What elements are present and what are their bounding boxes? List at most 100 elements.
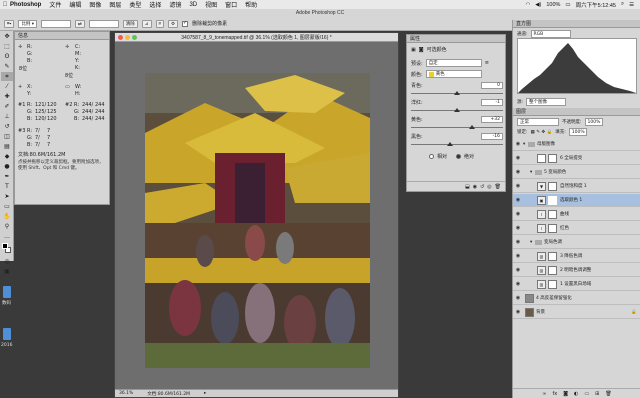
minimize-window-icon[interactable] bbox=[125, 35, 130, 40]
overlay-grid-icon[interactable]: # bbox=[155, 19, 165, 28]
apple-icon[interactable]:  bbox=[0, 2, 10, 8]
lock-icons[interactable]: ▦ ✎ ✥ 🔒 bbox=[531, 130, 553, 135]
black-thumb[interactable] bbox=[446, 142, 453, 146]
color-swatches[interactable] bbox=[0, 242, 13, 256]
yellow-thumb[interactable] bbox=[468, 125, 475, 129]
document-title-bar[interactable]: 3407587_8_9_tonemapped.tif @ 36.1% (选取颜色… bbox=[115, 33, 398, 42]
quick-select-tool-icon[interactable]: ✎ bbox=[1, 62, 13, 71]
histogram-tab[interactable]: 直方图 bbox=[513, 20, 640, 28]
settings-gear-icon[interactable]: ⚙ bbox=[168, 19, 179, 28]
black-value[interactable]: -16 bbox=[481, 133, 503, 140]
cyan-value[interactable]: 0 bbox=[481, 82, 503, 89]
close-window-icon[interactable] bbox=[118, 35, 123, 40]
layer-mask-thumbnail[interactable] bbox=[548, 265, 557, 275]
eyedropper-tool-icon[interactable]: ⁄ bbox=[1, 82, 13, 91]
layer-mask-thumbnail[interactable] bbox=[548, 279, 557, 289]
more-tools-icon[interactable]: … bbox=[1, 232, 13, 241]
layer-row[interactable]: ◉ ▼ 自然饱和度 1 bbox=[513, 180, 640, 193]
zoom-window-icon[interactable] bbox=[132, 35, 137, 40]
wifi-icon[interactable]: ◠ bbox=[525, 2, 530, 8]
delete-layer-icon[interactable]: 🗑 bbox=[605, 391, 611, 397]
battery-level[interactable]: 100% bbox=[546, 2, 560, 8]
volume-icon[interactable]: ◀) bbox=[535, 2, 541, 8]
layer-mask-thumbnail[interactable] bbox=[548, 195, 557, 205]
blend-mode-select[interactable]: 正常 bbox=[517, 118, 559, 126]
add-mask-icon[interactable]: ◙ bbox=[563, 391, 568, 397]
absolute-radio[interactable] bbox=[456, 154, 462, 159]
channel-select[interactable]: RGB bbox=[530, 30, 571, 38]
layer-row[interactable]: ◉ 6 全局提亮 bbox=[513, 152, 640, 165]
visibility-icon[interactable]: ◎ bbox=[487, 184, 491, 190]
lasso-tool-icon[interactable]: ʘ bbox=[1, 52, 13, 61]
eye-icon[interactable]: ◉ bbox=[513, 267, 523, 273]
ratio-select[interactable]: 比例 ▾ bbox=[18, 19, 37, 28]
properties-tab[interactable]: 属性 bbox=[407, 35, 505, 43]
crop-tool-icon[interactable]: ⌗ bbox=[1, 72, 13, 81]
height-input[interactable] bbox=[88, 19, 119, 28]
eye-icon[interactable]: ◉ bbox=[513, 295, 523, 301]
layer-row-selected[interactable]: ◉ ▣ 选取颜色 1 bbox=[513, 194, 640, 207]
type-tool-icon[interactable]: T bbox=[1, 182, 13, 191]
menu-view[interactable]: 视图 bbox=[205, 0, 217, 9]
menu-filter[interactable]: 滤镜 bbox=[169, 0, 181, 9]
opacity-input[interactable]: 100% bbox=[584, 118, 603, 126]
gradient-tool-icon[interactable]: ▤ bbox=[1, 142, 13, 151]
layer-row[interactable]: ◉ ▾ 5 变局颜色 bbox=[513, 166, 640, 179]
eye-icon[interactable]: ◉ bbox=[513, 169, 523, 175]
new-group-icon[interactable]: ▭ bbox=[584, 391, 589, 397]
new-adjustment-icon[interactable]: ◐ bbox=[574, 391, 578, 397]
foreground-color-swatch[interactable] bbox=[2, 243, 8, 249]
preset-select[interactable]: 自定 bbox=[425, 59, 482, 67]
desktop-folder-icon[interactable] bbox=[3, 328, 11, 340]
magenta-thumb[interactable] bbox=[453, 108, 460, 112]
eye-icon[interactable]: ◉ bbox=[513, 197, 523, 203]
zoom-tool-icon[interactable]: ⚲ bbox=[1, 222, 13, 231]
eye-icon[interactable]: ◉ bbox=[513, 155, 523, 161]
brush-tool-icon[interactable]: ✐ bbox=[1, 102, 13, 111]
clock[interactable]: 周六下午5:12:45 bbox=[576, 1, 616, 9]
layer-row[interactable]: ◉ ⌇ 红色 bbox=[513, 222, 640, 235]
colors-select[interactable]: 黄色 bbox=[425, 70, 482, 78]
layer-mask-thumbnail[interactable] bbox=[548, 251, 557, 261]
eye-icon[interactable]: ◉ bbox=[513, 281, 523, 287]
width-input[interactable] bbox=[40, 19, 71, 28]
trash-icon[interactable]: 🗑 bbox=[495, 184, 501, 190]
battery-icon[interactable]: ▭ bbox=[565, 2, 570, 8]
blur-tool-icon[interactable]: ◆ bbox=[1, 152, 13, 161]
layer-mask-thumbnail[interactable] bbox=[548, 181, 557, 191]
search-icon[interactable]: ⌕ bbox=[621, 1, 624, 8]
pen-tool-icon[interactable]: ✒ bbox=[1, 172, 13, 181]
layers-tab[interactable]: 图层 bbox=[513, 108, 640, 116]
source-select[interactable]: 整个图像 bbox=[526, 98, 567, 106]
info-panel-tab[interactable]: 信息 bbox=[15, 32, 109, 40]
eye-icon[interactable]: ◉ bbox=[513, 225, 523, 231]
swap-icon[interactable]: ⇄ bbox=[74, 19, 85, 28]
layer-row[interactable]: ◉ 背景 🔒 bbox=[513, 306, 640, 319]
eye-icon[interactable]: ◉ bbox=[513, 253, 523, 259]
dodge-tool-icon[interactable]: ● bbox=[1, 162, 13, 171]
cyan-slider[interactable]: 青色: 0 bbox=[411, 82, 503, 95]
delete-cropped-checkbox[interactable]: ✓ bbox=[182, 20, 189, 27]
marquee-tool-icon[interactable]: ⬚ bbox=[1, 42, 13, 51]
new-layer-icon[interactable]: ⊞ bbox=[595, 391, 599, 397]
menu-3d[interactable]: 3D bbox=[189, 2, 197, 8]
layer-mask-thumbnail[interactable] bbox=[548, 223, 557, 233]
reset-icon[interactable]: ↺ bbox=[480, 184, 484, 190]
magenta-slider[interactable]: 洋红: -1 bbox=[411, 99, 503, 112]
eye-icon[interactable]: ◉ bbox=[513, 211, 523, 217]
yellow-slider[interactable]: 黄色: +32 bbox=[411, 116, 503, 129]
zoom-level[interactable]: 36.1% bbox=[119, 391, 133, 396]
view-previous-icon[interactable]: ◉ bbox=[473, 184, 477, 190]
crop-tool-preset-icon[interactable]: ⌗▾ bbox=[4, 19, 15, 28]
image-canvas[interactable] bbox=[145, 73, 370, 368]
status-arrow-icon[interactable]: ▸ bbox=[204, 391, 206, 396]
menu-file[interactable]: 文件 bbox=[49, 0, 61, 9]
fill-input[interactable]: 100% bbox=[568, 128, 587, 136]
layer-row[interactable]: ◉ ▾ 母版图像 bbox=[513, 138, 640, 151]
quick-mask-icon[interactable]: ◎ bbox=[1, 257, 13, 266]
layer-row[interactable]: ◉ ▾ 变局色调 bbox=[513, 236, 640, 249]
hand-tool-icon[interactable]: ✋ bbox=[1, 212, 13, 221]
eye-icon[interactable]: ◉ bbox=[513, 183, 523, 189]
layer-row[interactable]: ◉ ▥ 3 降低色调 bbox=[513, 250, 640, 263]
eye-icon[interactable]: ◉ bbox=[513, 309, 523, 315]
